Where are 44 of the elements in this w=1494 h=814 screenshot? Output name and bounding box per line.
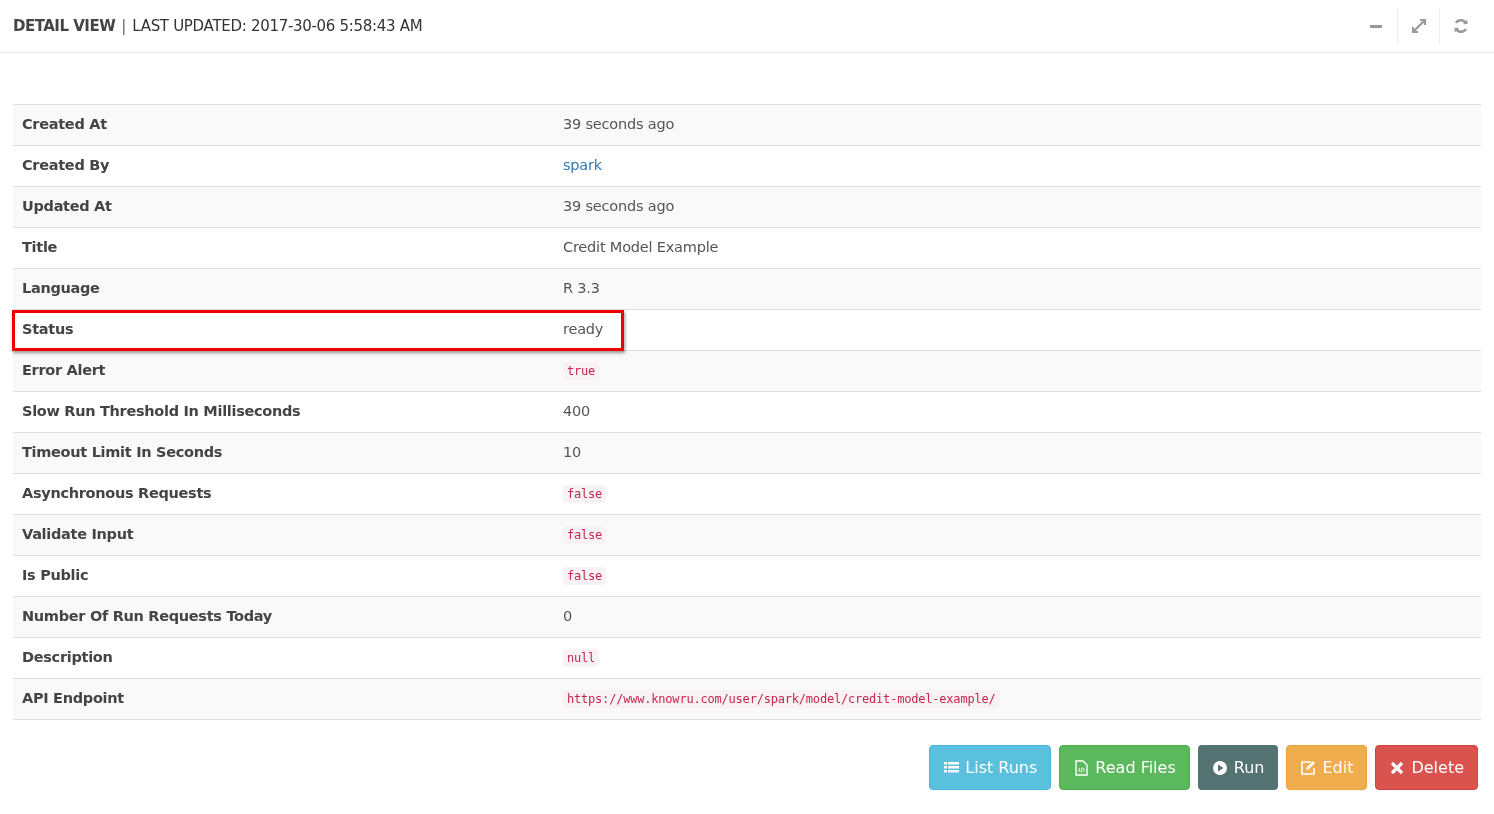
user-link[interactable]: spark xyxy=(563,157,602,174)
field-label: Timeout Limit In Seconds xyxy=(13,432,554,474)
list-icon xyxy=(943,759,960,776)
field-label: Number Of Run Requests Today xyxy=(13,596,554,638)
field-value: Credit Model Example xyxy=(554,227,1481,269)
action-button[interactable]: Delete xyxy=(1375,745,1478,790)
file-code-icon xyxy=(1073,759,1090,776)
code-value: true xyxy=(563,362,600,381)
field-value: R 3.3 xyxy=(554,268,1481,310)
code-value: https://www.knowru.com/user/spark/model/credit-model-example/ xyxy=(563,690,1000,709)
field-label: Created At xyxy=(13,104,554,146)
separator: | xyxy=(121,15,127,37)
action-button[interactable]: List Runs xyxy=(929,745,1052,790)
field-label: Title xyxy=(13,227,554,269)
field-label: Slow Run Threshold In Milliseconds xyxy=(13,391,554,433)
minimize-icon xyxy=(1370,24,1382,28)
field-label: Error Alert xyxy=(13,350,554,392)
code-value: null xyxy=(563,649,600,668)
field-label: API Endpoint xyxy=(13,678,554,720)
field-label: Language xyxy=(13,268,554,310)
pencil-square-icon xyxy=(1300,759,1317,776)
action-button[interactable]: Run xyxy=(1197,745,1279,790)
field-label: Is Public xyxy=(13,555,554,597)
field-label: Validate Input xyxy=(13,514,554,556)
field-label: Asynchronous Requests xyxy=(13,473,554,515)
field-value: 400 xyxy=(554,391,1481,433)
code-value: false xyxy=(563,485,607,504)
last-updated-text: LAST UPDATED: 2017-30-06 5:58:43 AM xyxy=(132,15,423,37)
code-value: false xyxy=(563,567,607,586)
code-value: false xyxy=(563,526,607,545)
refresh-icon xyxy=(1452,18,1469,34)
field-value: 39 seconds ago xyxy=(554,104,1481,146)
field-label: Description xyxy=(13,637,554,679)
field-label: Created By xyxy=(13,145,554,187)
field-value: 0 xyxy=(554,596,1481,638)
field-value: 39 seconds ago xyxy=(554,186,1481,228)
action-button[interactable]: Read Files xyxy=(1059,745,1190,790)
field-label: Updated At xyxy=(13,186,554,228)
field-value: ready xyxy=(554,309,1481,351)
close-icon xyxy=(1389,759,1406,776)
field-value: 10 xyxy=(554,432,1481,474)
panel-title: DETAIL VIEW xyxy=(13,15,116,37)
expand-icon xyxy=(1410,18,1427,34)
play-icon xyxy=(1211,759,1228,776)
